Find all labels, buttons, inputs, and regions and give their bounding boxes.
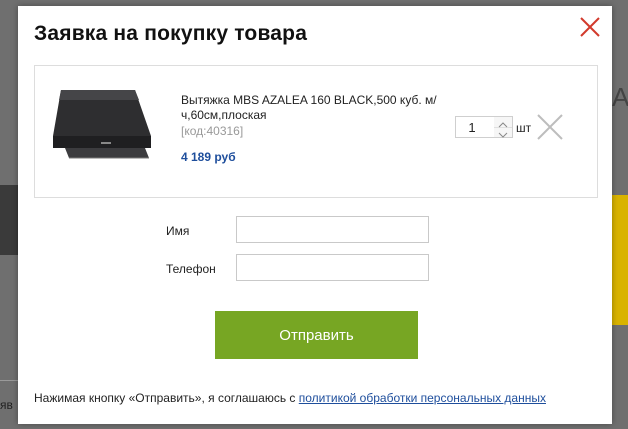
phone-label: Телефон xyxy=(166,262,216,276)
remove-x-icon xyxy=(537,114,563,140)
product-code: [код:40316] xyxy=(181,124,244,138)
quantity-decrease-button[interactable] xyxy=(494,127,512,138)
quantity-input[interactable] xyxy=(455,116,495,138)
quantity-unit: шт xyxy=(516,121,532,135)
close-icon xyxy=(580,17,600,37)
background-heading-fragment: А xyxy=(612,82,628,112)
privacy-policy-link[interactable]: политикой обработки персональных данных xyxy=(299,391,546,405)
background-banner-fragment xyxy=(612,195,628,325)
close-button[interactable] xyxy=(578,15,602,39)
modal-title: Заявка на покупку товара xyxy=(34,22,308,45)
remove-item-button[interactable] xyxy=(535,112,565,142)
order-request-modal: Заявка на покупку товара Вытяжка MBS AZA… xyxy=(18,6,612,424)
name-field[interactable] xyxy=(236,216,429,243)
chevron-down-icon xyxy=(498,132,508,138)
consent-text: Нажимая кнопку «Отправить», я соглашаюсь… xyxy=(34,391,299,405)
product-card: Вытяжка MBS AZALEA 160 BLACK,500 куб. м/… xyxy=(34,65,598,198)
product-name[interactable]: Вытяжка MBS AZALEA 160 BLACK,500 куб. м/… xyxy=(181,93,461,123)
quantity-stepper xyxy=(494,116,513,138)
product-price: 4 189 руб xyxy=(181,150,236,164)
phone-field[interactable] xyxy=(236,254,429,281)
product-image xyxy=(51,86,155,166)
submit-button[interactable]: Отправить xyxy=(215,311,418,359)
range-hood-image xyxy=(53,90,151,159)
name-label: Имя xyxy=(166,224,190,238)
consent-notice: Нажимая кнопку «Отправить», я соглашаюсь… xyxy=(34,391,546,405)
background-text-fragment: яв xyxy=(0,398,13,412)
